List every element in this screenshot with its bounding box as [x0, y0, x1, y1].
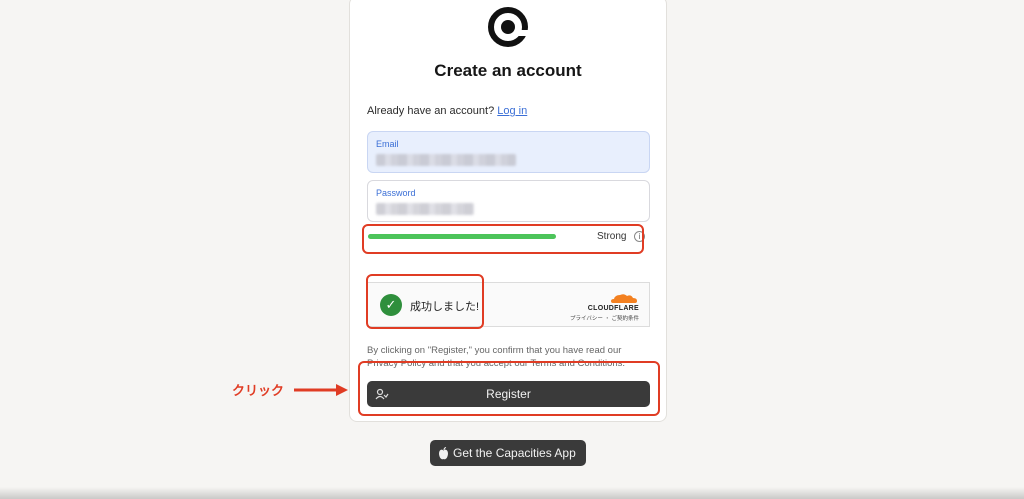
cloudflare-cloud-icon [611, 294, 637, 303]
get-app-button[interactable]: Get the Capacities App [430, 440, 586, 466]
cloudflare-brand: CLOUDFLARE [587, 305, 639, 312]
annotation-label: クリック [232, 383, 285, 398]
get-app-label: Get the Capacities App [453, 446, 576, 460]
capacities-logo-icon [488, 7, 528, 47]
cloudflare-badge: CLOUDFLARE プライバシー ・ ご契約条件 [567, 292, 639, 322]
email-label: Email [376, 139, 399, 149]
cloudflare-links[interactable]: プライバシー ・ ご契約条件 [570, 314, 639, 322]
highlight-register-box [358, 361, 660, 416]
password-value-redacted [376, 203, 474, 215]
already-account-label: Already have an account? [367, 105, 495, 117]
bottom-shadow [0, 487, 1024, 499]
register-card: Create an account Already have an accoun… [349, 0, 667, 422]
password-label: Password [376, 188, 416, 198]
arrow-right-icon [294, 384, 348, 396]
password-field[interactable]: Password [367, 180, 650, 222]
apple-icon [439, 447, 448, 460]
email-field[interactable]: Email [367, 131, 650, 173]
highlight-captcha-box [366, 274, 484, 329]
login-link[interactable]: Log in [497, 105, 527, 117]
page-title: Create an account [434, 61, 582, 80]
email-value-redacted [376, 154, 516, 166]
already-account-text: Already have an account? Log in [367, 105, 527, 117]
highlight-strength-box [362, 224, 644, 254]
